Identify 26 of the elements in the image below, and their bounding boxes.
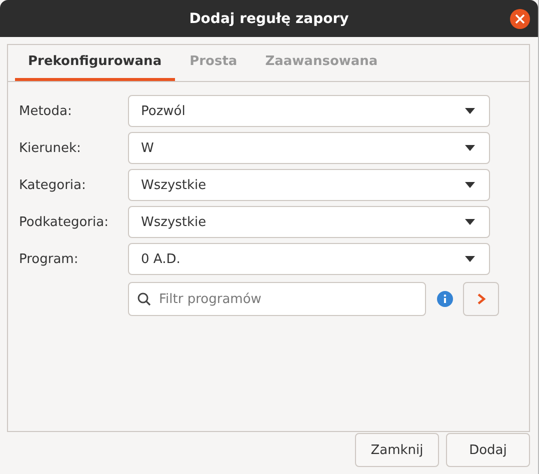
dropdown[interactable]: 0 A.D.	[128, 243, 490, 275]
search-field[interactable]: Filtr programów	[128, 282, 426, 316]
dropdown[interactable]: W	[128, 132, 490, 164]
field-label: Program:	[19, 252, 80, 266]
close-icon	[515, 14, 525, 24]
caret-icon	[465, 219, 475, 225]
close-button[interactable]	[510, 9, 530, 29]
info-icon	[437, 291, 453, 307]
dialog-button[interactable]: Zamknij	[355, 433, 439, 467]
caret-icon	[465, 108, 475, 114]
field-label: Metoda:	[19, 104, 73, 118]
dropdown[interactable]: Wszystkie	[128, 206, 490, 238]
dropdown[interactable]: Wszystkie	[128, 169, 490, 201]
field-label: Kategoria:	[19, 178, 87, 192]
dialog-button[interactable]: Dodaj	[446, 433, 530, 467]
caret-icon	[465, 145, 475, 151]
field-label: Podkategoria:	[19, 214, 110, 230]
window-title: Dodaj regułę zapory	[189, 10, 349, 26]
search-icon	[137, 292, 151, 306]
field-label: Kierunek:	[19, 140, 82, 156]
chevron-right-icon	[476, 293, 486, 305]
tab[interactable]: Prekonfigurowana	[15, 45, 175, 81]
caret-icon	[465, 256, 475, 262]
next-button[interactable]	[463, 282, 499, 316]
dropdown[interactable]: Pozwól	[128, 95, 490, 127]
caret-icon	[465, 182, 475, 188]
